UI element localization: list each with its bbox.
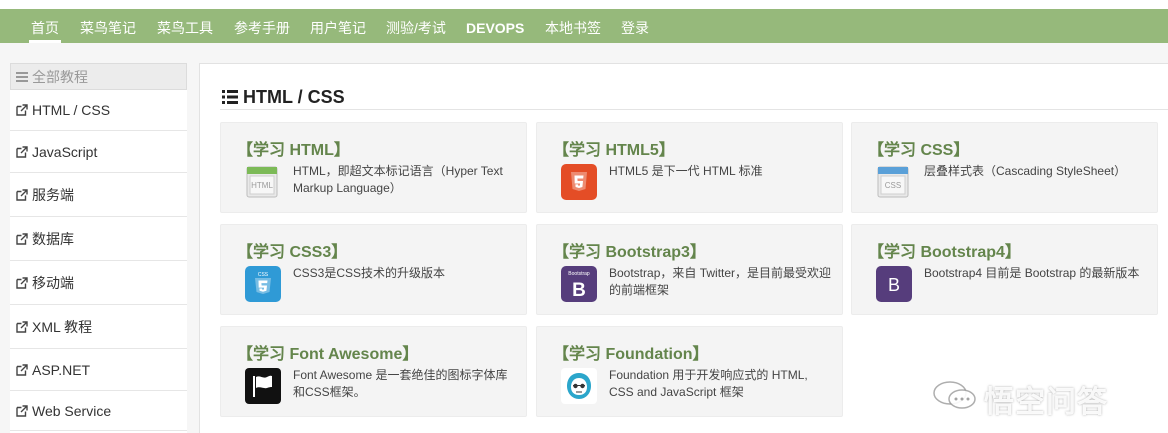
sidebar-item-label: XML 教程 [32, 319, 93, 335]
external-link-icon [16, 364, 28, 376]
card-title: 【学习 HTML】 [237, 142, 350, 159]
card-learn-bootstrap3[interactable]: 【学习 Bootstrap3】 Bootstrap B Bootstrap，来自… [536, 224, 843, 315]
card-learn-font-awesome[interactable]: 【学习 Font Awesome】 Font Awesome 是一套绝佳的图标字… [220, 326, 527, 417]
bootstrap3-icon-tag: Bootstrap [568, 271, 590, 277]
divider [220, 109, 1168, 110]
external-link-icon [16, 233, 28, 245]
card-title: 【学习 CSS3】 [237, 244, 348, 261]
section-title-text: HTML / CSS [243, 87, 345, 107]
card-learn-html5[interactable]: 【学习 HTML5】 HTML5 是下一代 HTML 标准 [536, 122, 843, 213]
external-link-icon [16, 321, 28, 333]
external-link-icon [16, 146, 28, 158]
nav-devops[interactable]: DEVOPS [466, 9, 524, 43]
nav-local-bookmarks[interactable]: 本地书签 [545, 9, 601, 43]
html-icon: HTML [246, 166, 278, 198]
sidebar-item-web-service[interactable]: Web Service [10, 391, 187, 431]
list-bars-icon [16, 72, 28, 83]
sidebar-item-label: Web Service [32, 403, 112, 419]
sidebar-item-label: ASP.NET [32, 362, 91, 378]
external-link-icon [16, 189, 28, 201]
card-description: HTML，即超文本标记语言（Hyper Text Markup Language… [293, 164, 503, 195]
sidebar-item-html-css[interactable]: HTML / CSS [10, 90, 187, 131]
card-learn-css[interactable]: 【学习 CSS】 CSS 层叠样式表（Cascading StyleSheet） [851, 122, 1158, 213]
font-awesome-flag-icon [245, 368, 281, 404]
bootstrap3-icon: Bootstrap B [561, 266, 597, 302]
html-icon-label: HTML [251, 181, 273, 190]
nav-reference-manual[interactable]: 参考手册 [234, 9, 290, 43]
sidebar-item-javascript[interactable]: JavaScript [10, 131, 187, 173]
card-title: 【学习 HTML5】 [553, 142, 675, 159]
sidebar-item-xml[interactable]: XML 教程 [10, 305, 187, 349]
sidebar: 全部教程 HTML / CSS JavaScript 服务端 数据库 移动端 X… [10, 63, 187, 433]
list-icon [222, 89, 238, 104]
card-description: Bootstrap4 目前是 Bootstrap 的最新版本 [924, 266, 1140, 280]
sidebar-item-aspnet[interactable]: ASP.NET [10, 349, 187, 391]
sidebar-heading: 全部教程 [10, 63, 187, 90]
card-learn-foundation[interactable]: 【学习 Foundation】 Foundation 用于开发响应式的 HTML… [536, 326, 843, 417]
bootstrap4-icon: B [876, 266, 912, 302]
sidebar-item-label: 移动端 [32, 275, 74, 291]
top-navigation: 首页 菜鸟笔记 菜鸟工具 参考手册 用户笔记 测验/考试 DEVOPS 本地书签… [0, 9, 1168, 43]
sidebar-item-label: JavaScript [32, 144, 98, 160]
nav-home[interactable]: 首页 [29, 9, 61, 43]
card-title: 【学习 CSS】 [868, 142, 970, 159]
nav-user-notes[interactable]: 用户笔记 [310, 9, 366, 43]
nav-runoob-tools[interactable]: 菜鸟工具 [157, 9, 213, 43]
foundation-icon [561, 368, 597, 404]
nav-quiz-exam[interactable]: 测验/考试 [386, 9, 446, 43]
card-title: 【学习 Bootstrap3】 [553, 244, 706, 261]
nav-login[interactable]: 登录 [621, 9, 649, 43]
external-link-icon [16, 104, 28, 116]
sidebar-heading-label: 全部教程 [32, 69, 88, 85]
css-icon: CSS [877, 166, 909, 198]
external-link-icon [16, 405, 28, 417]
css3-icon: CSS [245, 266, 281, 302]
card-title: 【学习 Foundation】 [553, 346, 709, 363]
sidebar-item-label: 服务端 [32, 187, 74, 203]
css-icon-label: CSS [885, 181, 901, 190]
card-description: 层叠样式表（Cascading StyleSheet） [924, 164, 1127, 178]
card-description: HTML5 是下一代 HTML 标准 [609, 164, 763, 178]
card-learn-html[interactable]: 【学习 HTML】 HTML HTML，即超文本标记语言（Hyper Text … [220, 122, 527, 213]
card-title: 【学习 Bootstrap4】 [868, 244, 1021, 261]
card-title: 【学习 Font Awesome】 [237, 346, 419, 363]
bootstrap4-icon-letter: B [888, 275, 900, 295]
card-learn-bootstrap4[interactable]: 【学习 Bootstrap4】 B Bootstrap4 目前是 Bootstr… [851, 224, 1158, 315]
sidebar-item-database[interactable]: 数据库 [10, 217, 187, 261]
top-strip [0, 0, 1168, 9]
nav-runoob-notes[interactable]: 菜鸟笔记 [80, 9, 136, 43]
bootstrap3-icon-letter: B [572, 280, 586, 301]
card-description: CSS3是CSS技术的升级版本 [293, 266, 446, 280]
sidebar-item-server-side[interactable]: 服务端 [10, 173, 187, 217]
html5-icon [561, 164, 597, 200]
sidebar-item-label: HTML / CSS [32, 102, 111, 118]
card-description: Font Awesome 是一套绝佳的图标字体库和CSS框架。 [293, 368, 508, 399]
card-description: Foundation 用于开发响应式的 HTML, CSS and JavaSc… [609, 368, 808, 399]
sidebar-item-mobile[interactable]: 移动端 [10, 261, 187, 305]
card-description: Bootstrap，来自 Twitter，是目前最受欢迎的前端框架 [609, 266, 832, 297]
sidebar-item-label: 数据库 [32, 231, 74, 247]
card-learn-css3[interactable]: 【学习 CSS3】 CSS CSS3是CSS技术的升级版本 [220, 224, 527, 315]
section-title: HTML / CSS [222, 87, 345, 108]
css3-icon-label: CSS [258, 272, 269, 278]
external-link-icon [16, 277, 28, 289]
